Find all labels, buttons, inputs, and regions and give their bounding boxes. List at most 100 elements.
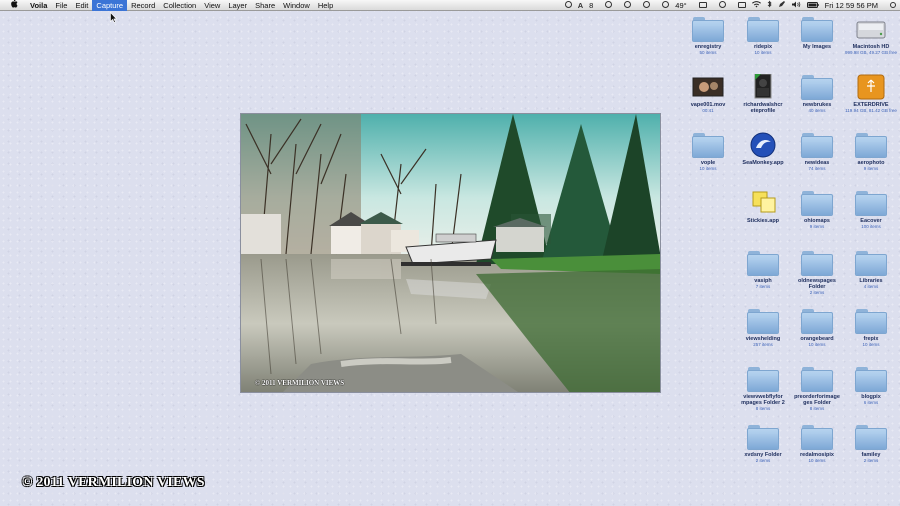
folder-alias-icon: [801, 16, 833, 42]
folder-icon: [801, 74, 833, 100]
icon-label: My Images: [802, 44, 832, 50]
bluetooth-icon[interactable]: [767, 0, 772, 11]
photo-caption: © 2011 VERMILION VIEWS: [255, 379, 345, 387]
display-icon[interactable]: [732, 0, 746, 11]
spotlight-search-icon[interactable]: [884, 0, 896, 11]
folder-oldnewspages[interactable]: oldnewspages Folder 2 items: [789, 250, 845, 295]
folder-blogpix[interactable]: blogpix 6 items: [843, 366, 899, 405]
menu-collection[interactable]: Collection: [159, 0, 200, 11]
app-seamonkey[interactable]: SeaMonkey.app: [735, 132, 791, 166]
folder-icon: [801, 132, 833, 158]
eight-status[interactable]: 8: [589, 0, 593, 11]
menu-help[interactable]: Help: [314, 0, 337, 11]
folder-newideas[interactable]: newideas 74 items: [789, 132, 845, 171]
folder-ridepix[interactable]: ridepix 10 items: [735, 16, 791, 55]
copyright-watermark: © 2011 VERMILION VIEWS: [22, 475, 205, 490]
folder-my-images[interactable]: My Images: [789, 16, 845, 50]
menu-voila[interactable]: Voila: [28, 0, 51, 11]
temperature-status[interactable]: 49°: [675, 0, 686, 11]
folder-icon: [855, 250, 887, 276]
flood-photo[interactable]: © 2011 VERMILION VIEWS: [240, 113, 661, 393]
folder-enregistry[interactable]: enregistry 50 items: [680, 16, 736, 55]
icon-sublabel: 999.98 GB, 49.27 GB free: [844, 50, 898, 55]
menu-capture[interactable]: Capture: [92, 0, 128, 11]
drive-exterdrive[interactable]: EXTERDRIVE 119.94 GB, 81.42 GB free: [843, 74, 899, 113]
icon-sublabel: 74 items: [808, 166, 826, 171]
folder-viewvwebflyfor[interactable]: viewvwebflyfor mpages Folder 2 8 items: [735, 366, 791, 411]
icon-label-line2: eteprofile: [750, 108, 776, 114]
folder-icon: [855, 190, 887, 216]
icon-sublabel: 2 items: [863, 458, 879, 463]
clock-text[interactable]: Fri 12 59 56 PM: [825, 0, 878, 11]
folder-vople[interactable]: vople 10 items: [680, 132, 736, 171]
gear-icon[interactable]: [559, 0, 572, 11]
icon-sublabel: 10 items: [754, 50, 772, 55]
folder-icon: [692, 132, 724, 158]
app-stickies[interactable]: Stickies.app: [735, 190, 791, 224]
icon-sublabel: 257 items: [753, 342, 773, 347]
icon-sublabel: 6 items: [863, 400, 879, 405]
file-richardwalsh-profile[interactable]: richardwalshcr eteprofile: [735, 73, 791, 114]
menu-window[interactable]: Window: [279, 0, 314, 11]
adobe-status[interactable]: A: [578, 0, 583, 11]
folder-icon: [801, 308, 833, 334]
smiley-icon[interactable]: [637, 0, 651, 11]
stickies-app-icon: [747, 190, 779, 216]
folder-viewshelding[interactable]: viewshelding 257 items: [735, 308, 791, 347]
battery-icon[interactable]: [806, 0, 819, 11]
folder-aerophoto[interactable]: aerophoto 9 items: [843, 132, 899, 171]
movie-thumbnail-icon: [692, 74, 724, 100]
weather-icon[interactable]: [656, 0, 670, 11]
folder-ohiomaps[interactable]: ohiomaps 9 items: [789, 190, 845, 229]
flood-photo-image: [241, 114, 660, 392]
clock-icon[interactable]: [618, 0, 632, 11]
folder-orangebeard[interactable]: orangebeard 10 items: [789, 308, 845, 347]
folder-frepix[interactable]: frepix 10 items: [843, 308, 899, 347]
icon-sublabel: 40 items: [808, 108, 826, 113]
time-machine-icon[interactable]: [713, 0, 726, 11]
folder-icon: [801, 250, 833, 276]
drive-macintosh-hd[interactable]: Macintosh HD 999.98 GB, 49.27 GB free: [843, 16, 899, 55]
folder-xvdsny[interactable]: xvdsny Folder 2 items: [735, 424, 791, 463]
apple-menu-icon[interactable]: [9, 0, 19, 11]
menu-record[interactable]: Record: [127, 0, 159, 11]
folder-newbrukes[interactable]: newbrukes 40 items: [789, 74, 845, 113]
menu-bar: Voila File Edit Capture Record Collectio…: [0, 0, 900, 11]
pen-icon[interactable]: [778, 0, 786, 11]
icon-sublabel: 8 items: [809, 406, 825, 411]
folder-eacover[interactable]: Eacover 100 items: [843, 190, 899, 229]
sync-icon[interactable]: [599, 0, 613, 11]
menu-view[interactable]: View: [200, 0, 224, 11]
folder-redalmosipix[interactable]: redalmosipix 10 items: [789, 424, 845, 463]
folder-icon: [747, 16, 779, 42]
menu-file[interactable]: File: [51, 0, 71, 11]
folder-familey[interactable]: familey 2 items: [843, 424, 899, 463]
menu-edit[interactable]: Edit: [71, 0, 92, 11]
icon-sublabel: 9 items: [863, 166, 879, 171]
screen-icon[interactable]: [693, 0, 707, 11]
folder-icon: [801, 424, 833, 450]
icon-sublabel: 4 items: [863, 284, 879, 289]
menu-layer[interactable]: Layer: [224, 0, 251, 11]
folder-icon: [692, 16, 724, 42]
icon-sublabel: 7 items: [755, 284, 771, 289]
folder-icon: [747, 308, 779, 334]
usb-drive-icon: [855, 74, 887, 100]
icon-sublabel: 10 items: [808, 458, 826, 463]
wifi-icon[interactable]: [751, 0, 761, 11]
folder-icon: [855, 366, 887, 392]
file-vape001-mov[interactable]: vape001.mov 00:41: [680, 74, 736, 113]
icon-label: SeaMonkey.app: [742, 160, 784, 166]
folder-libraries[interactable]: Libraries 4 items: [843, 250, 899, 289]
folder-icon: [801, 366, 833, 392]
menu-share[interactable]: Share: [251, 0, 279, 11]
document-thumbnail-icon: [747, 73, 779, 100]
folder-icon: [855, 308, 887, 334]
folder-preorderforimages[interactable]: preorderforimage ges Folder 8 items: [789, 366, 845, 411]
icon-sublabel: 119.94 GB, 81.42 GB free: [845, 108, 897, 113]
icon-sublabel: 50 items: [699, 50, 717, 55]
volume-icon[interactable]: [791, 0, 801, 11]
folder-icon: [747, 424, 779, 450]
icon-sublabel: 00:41: [702, 108, 714, 113]
folder-vasiph[interactable]: vasiph 7 items: [735, 250, 791, 289]
